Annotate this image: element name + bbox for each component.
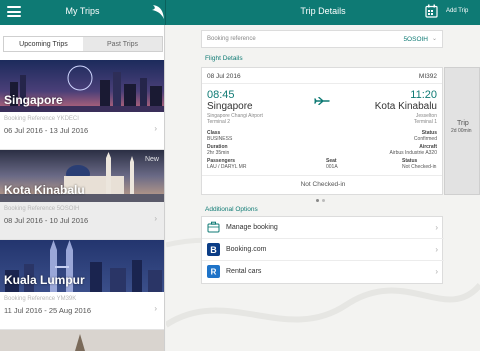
additional-options-list: Manage booking › B Booking.com › R Renta… — [201, 216, 444, 284]
trip-booking-reference: Booking Reference YKDECI — [4, 116, 79, 122]
trip-dates: 08 Jul 2016 - 10 Jul 2016 — [4, 216, 89, 225]
departure-terminal: Terminal 2 — [207, 119, 231, 125]
trips-list-pane: Upcoming Trips Past Trips Singapore Book… — [0, 25, 165, 351]
flight-date: 08 Jul 2016 — [207, 73, 241, 80]
page-indicator[interactable] — [316, 199, 325, 202]
trip-card-kuala-lumpur[interactable]: Kuala Lumpur Booking Reference YM39K 11 … — [0, 240, 164, 330]
trip-info: Booking Reference YKDECI 06 Jul 2016 - 1… — [0, 112, 164, 150]
peek-title: Trip — [457, 120, 469, 127]
top-bar: My Trips Trip Details Add Trip — [0, 0, 480, 25]
option-label: Manage booking — [226, 224, 278, 231]
trip-info: Booking Reference 5OSOIH 08 Jul 2016 - 1… — [0, 202, 164, 240]
next-card-peek[interactable]: Trip 2d 00min — [444, 67, 480, 195]
new-badge: New — [144, 156, 159, 163]
checkin-status-text: Not Checked-in — [300, 181, 346, 188]
departure-time: 08:45 — [207, 89, 235, 101]
checkin-status-value: Not Checked-in — [402, 164, 437, 170]
page-dot[interactable] — [322, 199, 325, 202]
option-manage-booking[interactable]: Manage booking › — [202, 217, 444, 239]
option-label: Booking.com — [226, 246, 267, 253]
aircraft-value: Airbus Industrie A320 — [389, 150, 437, 156]
add-trip-button[interactable]: Add Trip — [446, 8, 468, 14]
seat-value: 001A — [326, 164, 338, 170]
divider — [202, 83, 442, 84]
booking-reference-value: 5OSOIH — [403, 36, 428, 43]
chevron-right-icon: › — [435, 267, 438, 276]
chevron-right-icon: › — [154, 214, 157, 223]
svg-text:B: B — [210, 245, 217, 255]
trip-image-partial — [0, 330, 164, 351]
duration-value: 2hr 35min — [207, 150, 230, 156]
trip-card-partial[interactable] — [0, 330, 164, 351]
flight-card[interactable]: 08 Jul 2016 MI392 08:45 11:20 Singapore … — [201, 67, 443, 195]
option-rental-cars[interactable]: R Rental cars › — [202, 261, 444, 283]
trip-dates: 06 Jul 2016 - 13 Jul 2016 — [4, 126, 89, 135]
departure-city: Singapore — [207, 101, 253, 112]
trip-dates: 11 Jul 2016 - 25 Aug 2016 — [4, 306, 92, 315]
booking-reference-selector[interactable]: Booking reference 5OSOIH ⌄ — [201, 30, 443, 48]
class-value: BUSINESS — [207, 136, 233, 142]
trip-info: Booking Reference YM39K 11 Jul 2016 - 25… — [0, 292, 164, 330]
page-dot-active[interactable] — [316, 199, 319, 202]
trip-details-pane: Booking reference 5OSOIH ⌄ Flight Detail… — [166, 25, 480, 351]
trip-city-name: Singapore — [4, 93, 63, 107]
additional-options-title: Additional Options — [205, 206, 258, 213]
trip-tabs: Upcoming Trips Past Trips — [3, 36, 163, 52]
trip-booking-reference: Booking Reference 5OSOIH — [4, 206, 80, 212]
chevron-right-icon: › — [154, 304, 157, 313]
add-trip-calendar-icon[interactable] — [425, 4, 438, 18]
passengers-value: LAU / DARYL MR — [207, 164, 247, 170]
divider — [202, 175, 442, 176]
my-trips-title: My Trips — [65, 6, 100, 16]
airplane-icon — [314, 97, 330, 105]
trip-card-kota-kinabalu[interactable]: New Kota Kinabalu Booking Reference 5OSO… — [0, 150, 164, 240]
trip-booking-reference: Booking Reference YM39K — [4, 296, 77, 302]
chevron-right-icon: › — [154, 124, 157, 133]
flight-number: MI392 — [418, 73, 437, 80]
tab-upcoming-trips[interactable]: Upcoming Trips — [4, 37, 83, 51]
peek-duration: 2d 00min — [451, 128, 472, 134]
airline-logo-icon — [152, 5, 164, 19]
chevron-right-icon: › — [435, 245, 438, 254]
trip-city-name: Kota Kinabalu — [4, 183, 85, 197]
suitcase-icon — [207, 221, 220, 233]
trip-city-name: Kuala Lumpur — [4, 273, 85, 287]
flight-details-title: Flight Details — [205, 55, 243, 62]
option-booking-com[interactable]: B Booking.com › — [202, 239, 444, 261]
arrival-time: 11:20 — [410, 89, 437, 101]
arrival-terminal: Terminal 1 — [413, 119, 437, 125]
status-value: Confirmed — [413, 136, 437, 142]
svg-text:R: R — [211, 268, 217, 277]
trip-card-singapore[interactable]: Singapore Booking Reference YKDECI 06 Ju… — [0, 60, 164, 150]
booking-reference-label: Booking reference — [207, 36, 256, 42]
chevron-down-icon: ⌄ — [431, 36, 437, 42]
tab-past-trips[interactable]: Past Trips — [83, 37, 162, 51]
arrival-city: Kota Kinabalu — [374, 101, 437, 112]
rental-car-icon: R — [207, 265, 220, 278]
option-label: Rental cars — [226, 268, 262, 275]
chevron-right-icon: › — [435, 223, 438, 232]
booking-b-icon: B — [207, 243, 220, 256]
